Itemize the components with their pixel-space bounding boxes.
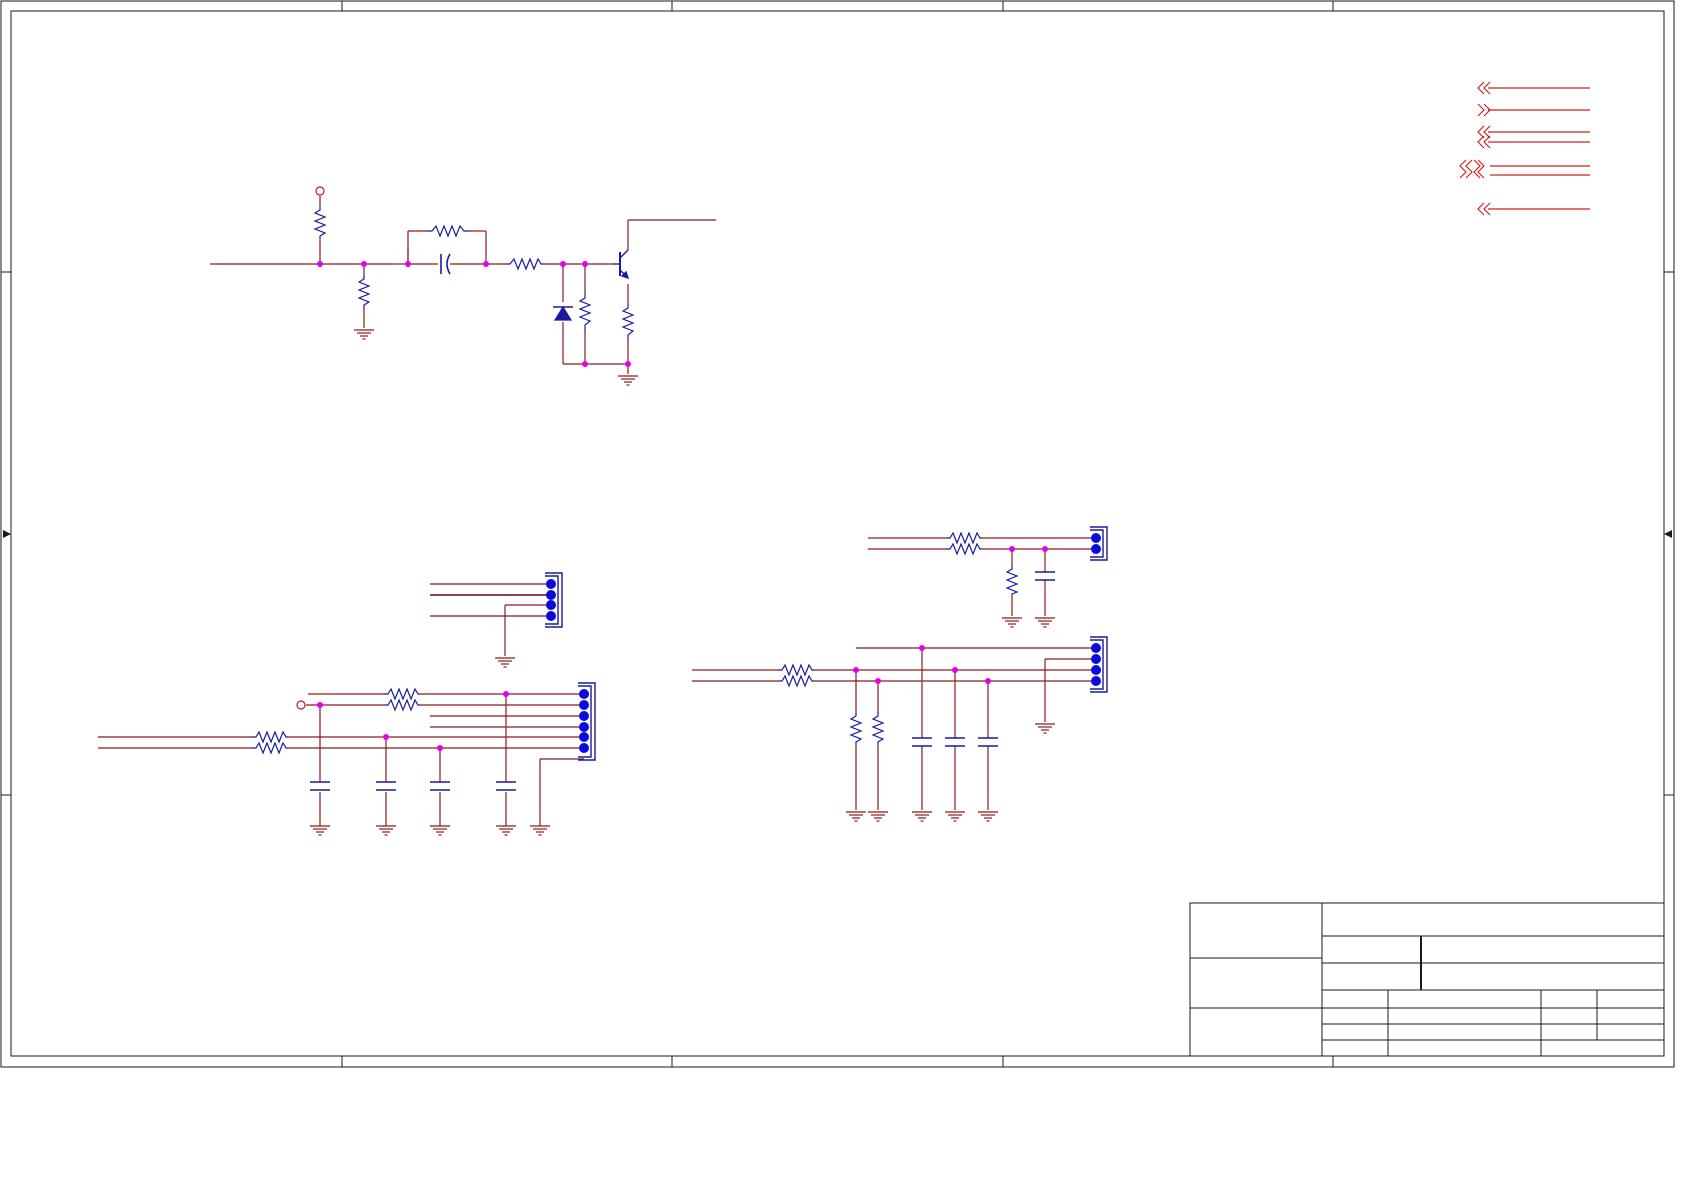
resistor-icon (384, 687, 420, 701)
resistor-icon (849, 712, 863, 746)
capacitor-icon (945, 737, 965, 747)
capacitor-icon (496, 781, 516, 791)
off-sheet-port-5 (1477, 202, 1590, 216)
off-sheet-port-3 (1477, 125, 1590, 149)
capacitor-icon (1035, 571, 1055, 581)
resistor-icon (1005, 566, 1019, 596)
ground-icon (911, 811, 933, 822)
npn-transistor-icon (614, 249, 630, 280)
resistor-icon (778, 663, 814, 677)
off-sheet-arrow-icon (1477, 81, 1485, 95)
resistor-icon (252, 730, 288, 744)
frame-center-marker-right (1664, 530, 1672, 538)
sheet-frame (0, 0, 1675, 1068)
resistor-icon (871, 712, 885, 746)
circuit-connector-4pin-right (692, 636, 1108, 822)
resistor-icon (946, 542, 982, 556)
ground-icon (375, 825, 397, 836)
connector-header-icon (1090, 526, 1108, 561)
circuit-connector-4pin (430, 572, 563, 668)
resistor-icon (426, 224, 470, 238)
title-block (1189, 902, 1665, 1057)
ground-icon (1001, 617, 1023, 628)
resistor-icon (505, 257, 545, 271)
off-sheet-ports (1459, 81, 1590, 216)
frame-center-marker-left (3, 530, 11, 538)
off-sheet-arrow-icon (1477, 103, 1485, 117)
off-sheet-arrow-icon (1477, 202, 1485, 216)
ground-icon (529, 825, 551, 836)
ground-icon (867, 811, 889, 822)
ground-icon (617, 375, 639, 386)
power-port-icon (296, 700, 306, 710)
capacitor-icon (310, 781, 330, 791)
capacitor-icon (440, 253, 451, 275)
resistor-icon (578, 294, 592, 332)
resistor-icon (778, 674, 814, 688)
power-port-icon (315, 186, 325, 196)
circuit-transistor-stage (210, 186, 716, 386)
ground-icon (944, 811, 966, 822)
schematic-sheet (0, 0, 1675, 1068)
ground-icon (495, 825, 517, 836)
capacitor-icon (376, 781, 396, 791)
off-sheet-port-4 (1459, 159, 1590, 179)
off-sheet-arrow-icon (1459, 159, 1467, 179)
capacitor-icon (430, 781, 450, 791)
ground-icon (429, 825, 451, 836)
ground-icon (309, 825, 331, 836)
ground-icon (1034, 723, 1056, 734)
ground-icon (353, 329, 375, 340)
resistor-icon (384, 698, 420, 712)
resistor-icon (621, 304, 635, 342)
off-sheet-port-2 (1477, 103, 1590, 117)
ground-icon (977, 811, 999, 822)
ground-icon (494, 657, 516, 668)
capacitor-icon (978, 737, 998, 747)
circuit-connector-6pin (98, 682, 596, 836)
resistor-icon (252, 741, 288, 755)
resistor-icon (357, 275, 371, 310)
capacitor-icon (912, 737, 932, 747)
circuit-connector-2pin (868, 526, 1108, 628)
resistor-icon (946, 531, 982, 545)
zener-diode-icon (553, 305, 573, 321)
ground-icon (845, 811, 867, 822)
off-sheet-port-1 (1477, 81, 1590, 95)
resistor-icon (313, 206, 327, 238)
ground-icon (1034, 617, 1056, 628)
